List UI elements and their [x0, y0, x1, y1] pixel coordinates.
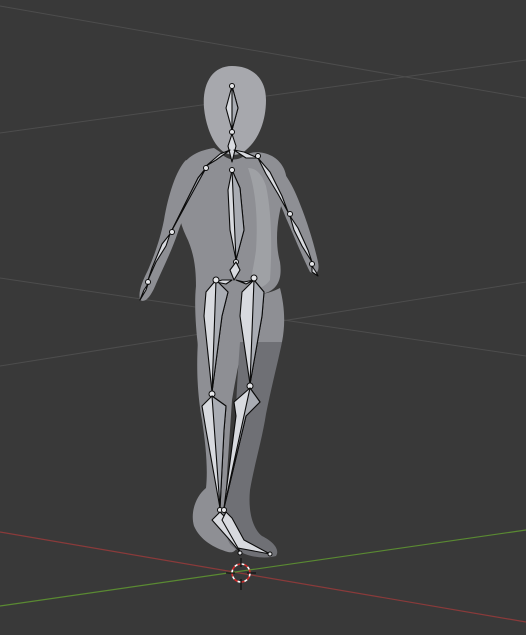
joint-shoulder-left — [203, 165, 209, 171]
viewport-canvas[interactable] — [0, 0, 526, 635]
joint-hip-left — [212, 276, 220, 284]
joint-head-top — [229, 83, 235, 89]
joint-toe-right — [267, 551, 273, 557]
joint-toe-left — [237, 550, 243, 556]
joint-shoulder-right — [255, 153, 261, 159]
3d-viewport[interactable] — [0, 0, 526, 635]
3d-cursor-icon[interactable] — [226, 558, 256, 590]
joint-chest — [229, 167, 235, 173]
joint-hip-right — [250, 274, 258, 282]
